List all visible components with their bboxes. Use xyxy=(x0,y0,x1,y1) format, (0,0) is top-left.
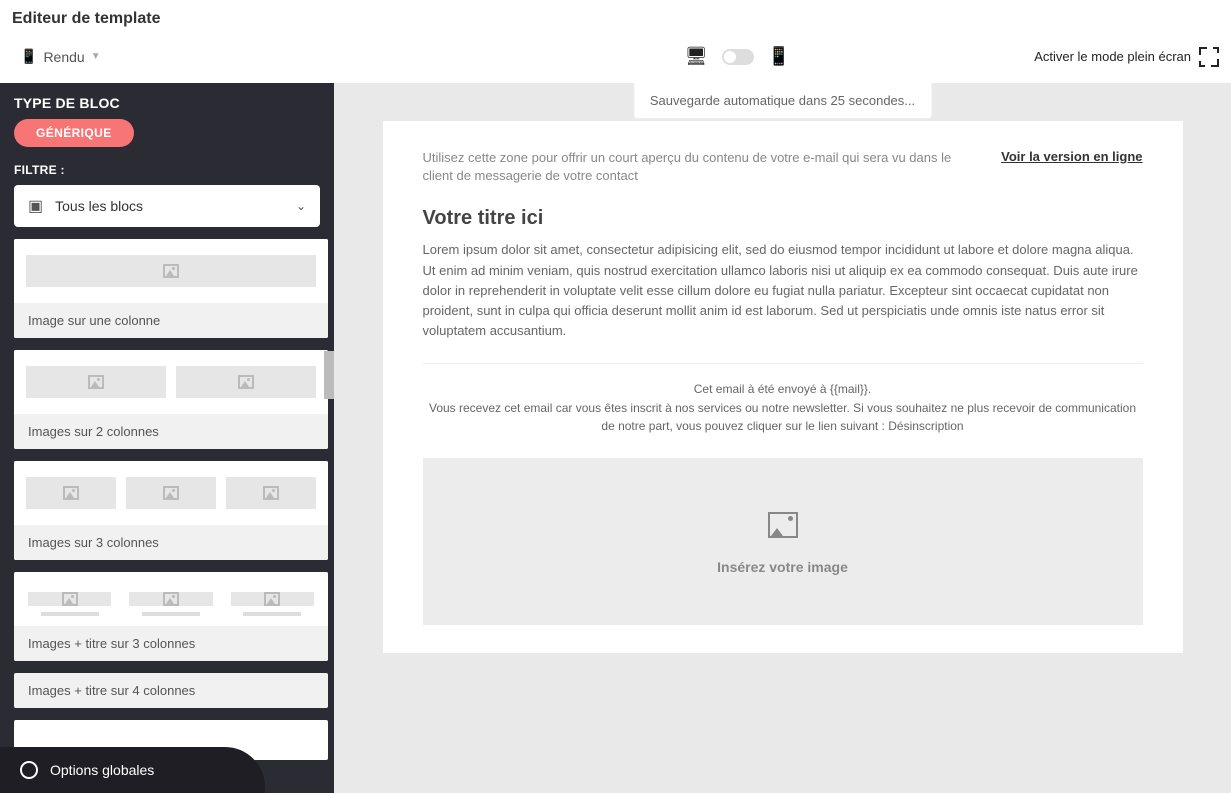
chevron-down-icon: ▼ xyxy=(91,51,101,62)
divider xyxy=(423,363,1143,364)
filter-select[interactable]: ▣ Tous les blocs ⌄ xyxy=(14,185,320,227)
block-type-heading: TYPE DE BLOC xyxy=(0,83,334,119)
canvas[interactable]: Sauvegarde automatique dans 25 secondes.… xyxy=(334,83,1231,793)
block-image-title-4col[interactable]: Images + titre sur 4 colonnes xyxy=(14,673,328,708)
image-drop-label: Insérez votre image xyxy=(717,559,848,575)
fullscreen-icon xyxy=(1199,47,1219,67)
image-placeholder-icon xyxy=(63,486,79,500)
view-online-link[interactable]: Voir la version en ligne xyxy=(1001,149,1142,164)
filter-value: Tous les blocs xyxy=(55,198,143,214)
chevron-down-icon: ⌄ xyxy=(296,199,306,213)
gear-icon xyxy=(20,761,38,779)
rendu-label: Rendu xyxy=(43,49,84,65)
image-placeholder-icon xyxy=(238,375,254,389)
fullscreen-button[interactable]: Activer le mode plein écran xyxy=(1034,47,1219,67)
footer-line1: Cet email à été envoyé à {{mail}}. xyxy=(423,380,1143,399)
scrollbar-thumb[interactable] xyxy=(324,351,334,399)
mobile-icon[interactable]: 📱 xyxy=(768,46,790,67)
block-label: Image sur une colonne xyxy=(14,303,328,338)
email-frame[interactable]: Utilisez cette zone pour offrir un court… xyxy=(383,121,1183,653)
image-drop-zone[interactable]: Insérez votre image xyxy=(423,458,1143,625)
image-icon xyxy=(768,512,798,538)
sidebar: TYPE DE BLOC GÉNÉRIQUE FILTRE : ▣ Tous l… xyxy=(0,83,334,793)
block-label: Images sur 2 colonnes xyxy=(14,414,328,449)
autosave-indicator: Sauvegarde automatique dans 25 secondes.… xyxy=(633,83,932,119)
email-body[interactable]: Lorem ipsum dolor sit amet, consectetur … xyxy=(423,240,1143,341)
image-placeholder-icon xyxy=(163,264,179,278)
block-label: Images sur 3 colonnes xyxy=(14,525,328,560)
fullscreen-label: Activer le mode plein écran xyxy=(1034,49,1191,64)
image-placeholder-icon xyxy=(163,592,179,606)
layers-icon: ▣ xyxy=(28,196,43,216)
options-label: Options globales xyxy=(50,762,154,778)
block-label: Images + titre sur 3 colonnes xyxy=(14,626,328,661)
image-placeholder-icon xyxy=(88,375,104,389)
image-placeholder-icon xyxy=(263,486,279,500)
preview-text[interactable]: Utilisez cette zone pour offrir un court… xyxy=(423,149,962,185)
email-title[interactable]: Votre titre ici xyxy=(423,207,1143,230)
global-options-button[interactable]: Options globales xyxy=(0,747,265,793)
footer-line2: Vous recevez cet email car vous êtes ins… xyxy=(423,399,1143,436)
page-title: Editeur de template xyxy=(0,0,1231,38)
email-footer[interactable]: Cet email à été envoyé à {{mail}}. Vous … xyxy=(423,380,1143,436)
toolbar: 📱 Rendu ▼ 🖥 📱 Activer le mode plein écra… xyxy=(0,38,1231,83)
image-placeholder-icon xyxy=(62,592,78,606)
tab-generic[interactable]: GÉNÉRIQUE xyxy=(14,119,134,147)
block-image-3col[interactable]: Images sur 3 colonnes xyxy=(14,461,328,560)
blocks-list[interactable]: Image sur une colonne Images sur 2 colon… xyxy=(0,239,334,793)
block-image-2col[interactable]: Images sur 2 colonnes xyxy=(14,350,328,449)
rendu-dropdown[interactable]: 📱 Rendu ▼ xyxy=(20,48,101,65)
phone-icon: 📱 xyxy=(20,48,37,65)
image-placeholder-icon xyxy=(163,486,179,500)
device-toggle[interactable] xyxy=(722,49,754,65)
image-placeholder-icon xyxy=(264,592,280,606)
desktop-icon[interactable]: 🖥 xyxy=(685,46,708,67)
block-image-1col[interactable]: Image sur une colonne xyxy=(14,239,328,338)
filter-label: FILTRE : xyxy=(0,159,334,185)
block-label: Images + titre sur 4 colonnes xyxy=(14,673,328,708)
block-image-title-3col[interactable]: Images + titre sur 3 colonnes xyxy=(14,572,328,661)
